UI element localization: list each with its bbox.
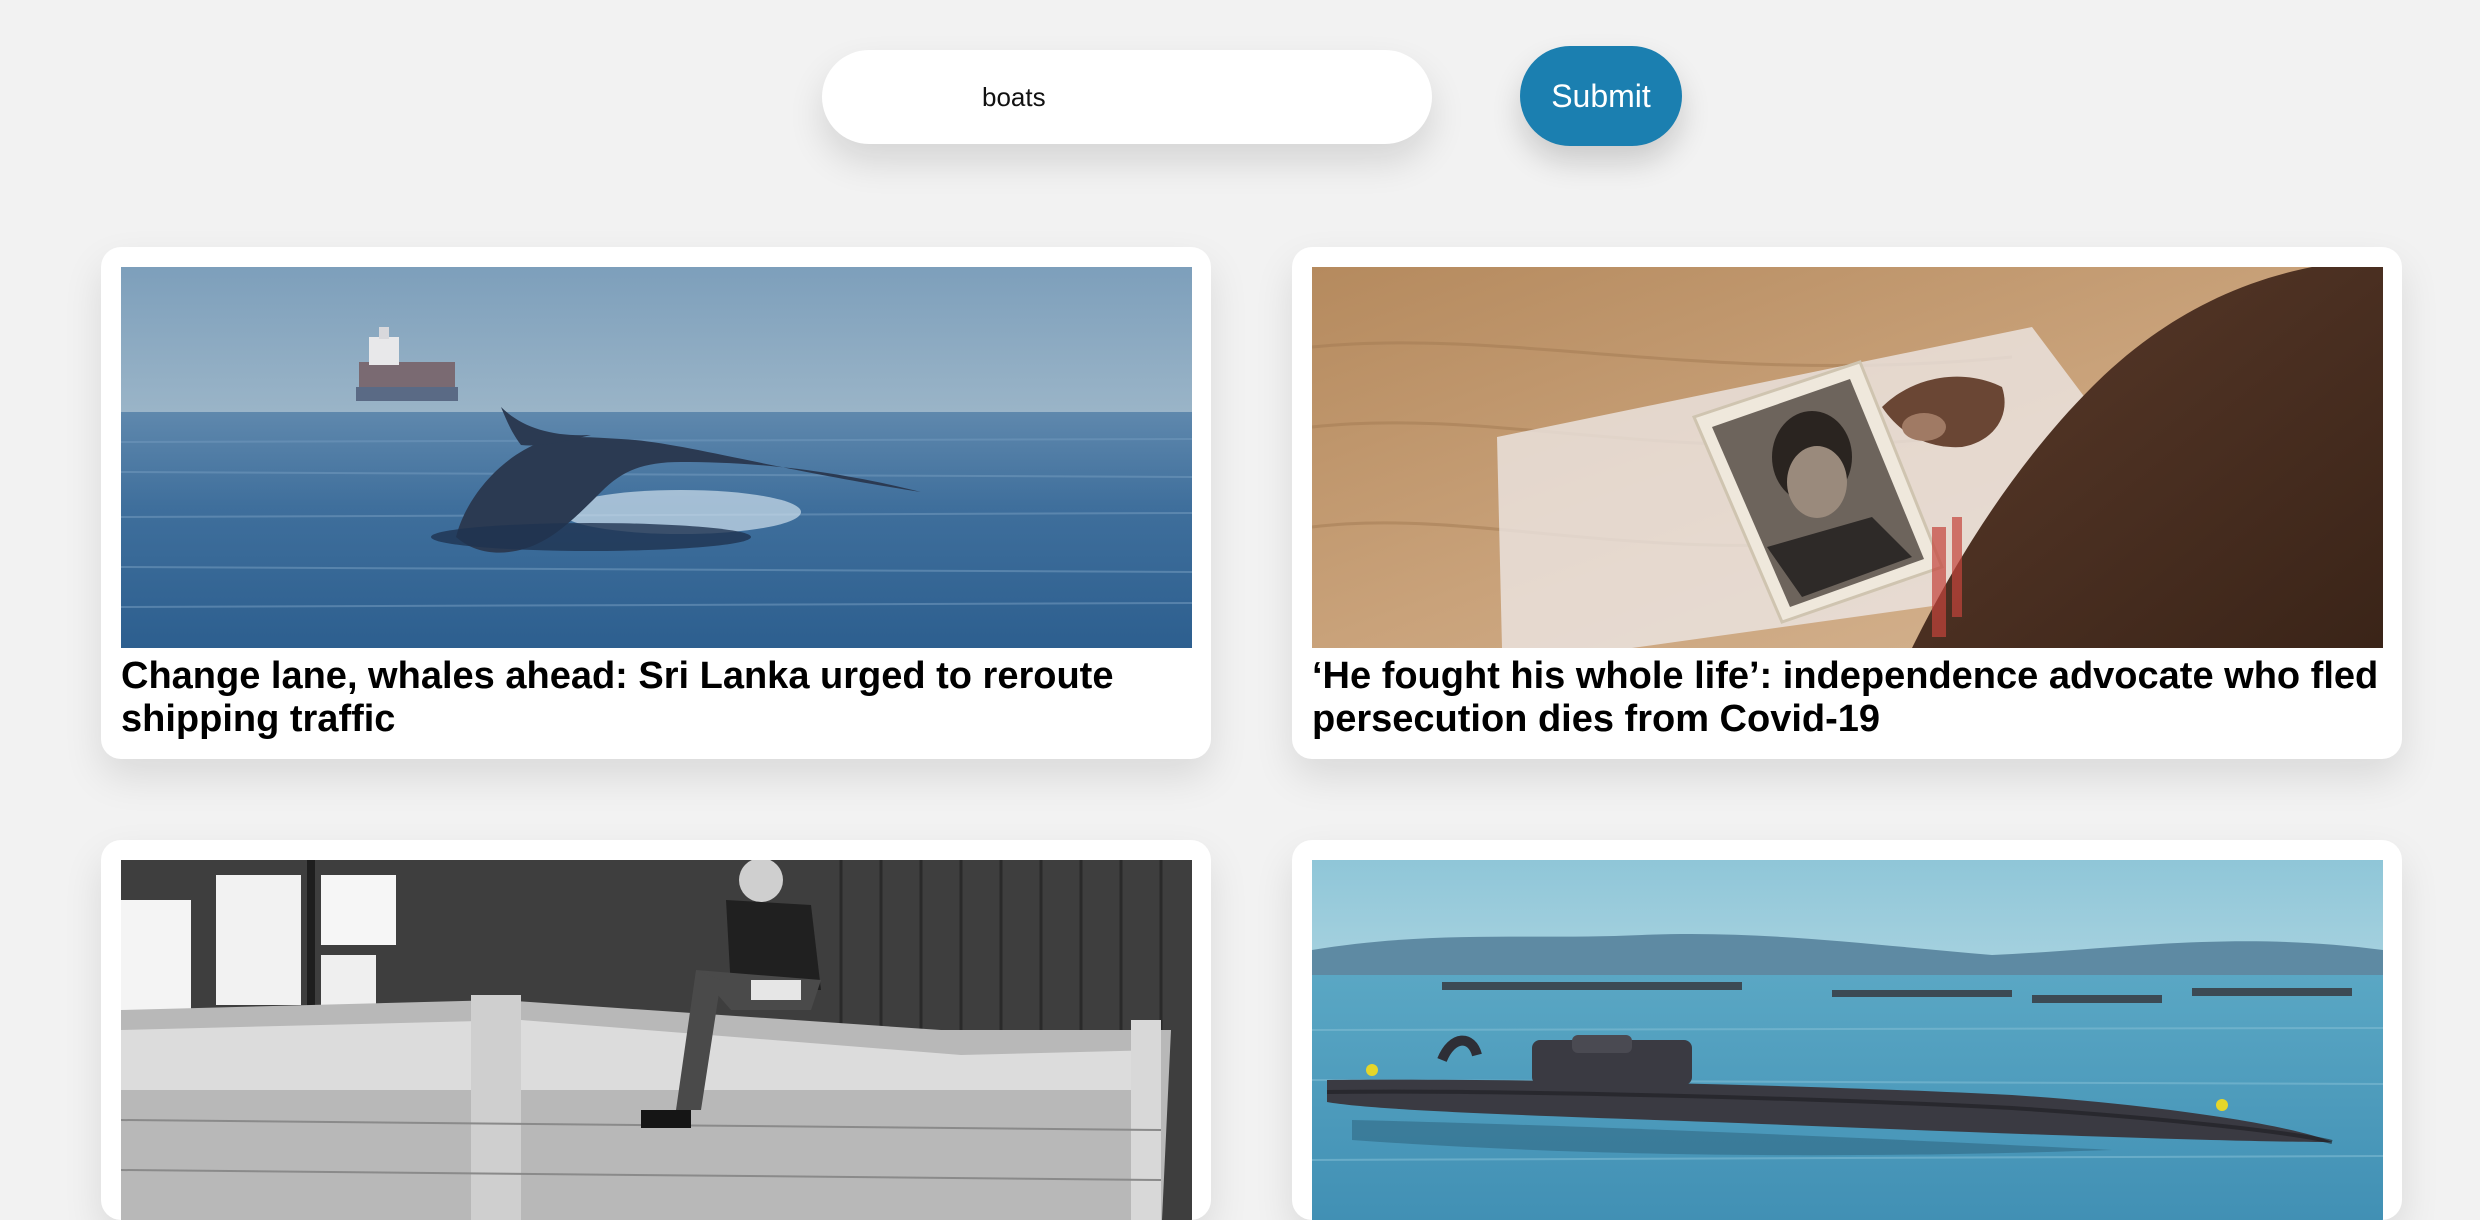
search-input[interactable] [982, 81, 1402, 113]
article-image-photograph[interactable] [1312, 267, 2383, 648]
article-card[interactable]: ‘He fought his whole life’: independence… [1292, 247, 2402, 759]
article-card[interactable] [101, 840, 1211, 1220]
article-title[interactable]: Change lane, whales ahead: Sri Lanka urg… [121, 655, 1196, 741]
article-title[interactable]: ‘He fought his whole life’: independence… [1312, 655, 2387, 741]
article-card[interactable] [1292, 840, 2402, 1220]
article-image-whale[interactable] [121, 267, 1192, 648]
article-image-submarine[interactable] [1312, 860, 2383, 1220]
article-card[interactable]: Change lane, whales ahead: Sri Lanka urg… [101, 247, 1211, 759]
submit-button[interactable]: Submit [1520, 46, 1682, 146]
search-bar[interactable] [822, 50, 1432, 144]
article-image-boat-workshop[interactable] [121, 860, 1192, 1220]
